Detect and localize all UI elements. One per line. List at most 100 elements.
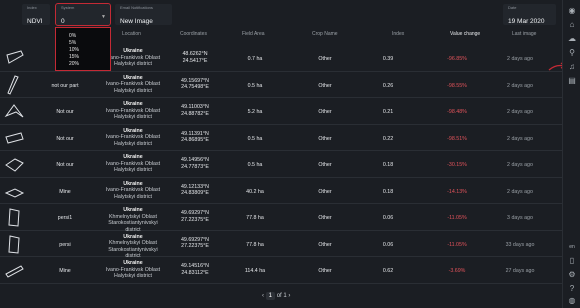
table-row[interactable]: Not our Ukraine Ivano-Frankivsk Oblast Haly… — [0, 98, 562, 125]
field-shape-thumbnail — [8, 234, 20, 254]
home-icon[interactable]: ⌂ — [567, 20, 577, 30]
cloud-icon[interactable]: ☁ — [567, 34, 577, 44]
value-change: -98.55% — [447, 82, 467, 89]
field-shape-thumbnail — [4, 187, 25, 198]
coordinate-lon: 24.86895°E — [181, 137, 209, 143]
col-coordinates: Coordinates — [180, 31, 207, 37]
location-district: Halytskyi district — [114, 114, 152, 120]
field-coordinates: 48.6262°N 24.5417°E — [170, 51, 220, 64]
fields-table: F...UkraineIvano-Frankivsk OblastHalytsk… — [0, 45, 562, 284]
crop-name: Other — [318, 56, 332, 62]
system-dropdown-menu: 0% 5% 10% 15% 20% — [55, 27, 111, 71]
dropdown-option[interactable]: 10% — [69, 47, 110, 54]
last-image-date: 2 days ago — [507, 162, 533, 168]
index-value-cell: 0.62 — [382, 268, 394, 274]
field-shape-thumbnail — [4, 104, 24, 118]
field-shape-thumbnail — [5, 265, 24, 278]
field-name: Not our — [56, 135, 74, 142]
col-crop-name: Crop Name — [312, 31, 338, 37]
field-area: 5.2 ha — [247, 109, 263, 115]
next-page-button[interactable]: › — [288, 293, 290, 299]
index-value-cell: 0.22 — [382, 135, 394, 142]
current-page[interactable]: 1 — [265, 292, 276, 300]
index-select[interactable]: Index NDVI — [22, 4, 50, 25]
coordinate-lon: 24.83112°E — [181, 269, 209, 276]
help-icon[interactable]: ? — [567, 284, 577, 294]
field-location: Ukraine Ivano-Frankivsk Oblast Halytskyi d… — [103, 101, 163, 121]
field-shape-thumbnail — [7, 74, 19, 95]
dropdown-option[interactable]: 5% — [69, 40, 110, 47]
field-area: 77.8 ha — [246, 241, 264, 248]
last-image-date: 2 days ago — [507, 56, 533, 62]
col-field-area: Field Area — [242, 31, 265, 37]
coordinate-lon: 27.22375°E — [181, 216, 209, 223]
last-image-date: 2 days ago — [507, 109, 533, 115]
field-name: persi1 — [57, 215, 73, 221]
bell-icon[interactable]: ♫ — [567, 62, 577, 72]
index-value-cell: 0.18 — [382, 188, 394, 195]
pager-of: of — [276, 293, 282, 299]
email-value: New Image — [120, 18, 153, 25]
location-pin-icon[interactable]: ⚲ — [567, 48, 577, 58]
app: Index NDVI System 0 ▼ Email Notification… — [0, 0, 580, 308]
language-icon[interactable]: en — [567, 242, 577, 252]
table-row[interactable]: persi Ukraine Khmelnytskyi Oblast Starokost… — [0, 231, 562, 259]
field-name: Mine — [59, 188, 71, 195]
coordinate-lon: 27.22375°E — [181, 243, 209, 249]
value-change: -11.05% — [447, 241, 467, 248]
book-icon[interactable]: ▯ — [567, 256, 577, 266]
field-coordinates: 49.11003°N 24.88782°E — [170, 104, 220, 117]
location-region: Ivano-Frankivsk Oblast — [105, 134, 161, 140]
location-region: Ivano-Frankivsk Oblast — [105, 81, 161, 87]
crop-name: Other — [318, 268, 332, 274]
field-name: not our part — [51, 82, 79, 89]
value-change: -98.48% — [447, 109, 467, 115]
settings-icon[interactable]: ⚙ — [567, 270, 577, 280]
user-icon[interactable]: ◉ — [567, 6, 577, 16]
index-label: Index — [27, 5, 37, 10]
crop-name: Other — [318, 82, 332, 89]
field-location: Ukraine Ivano-Frankivsk Oblast Halytskyi d… — [103, 75, 163, 95]
crop-name: Other — [318, 135, 332, 142]
location-district: Halytskyi district — [114, 193, 152, 200]
field-shape-thumbnail — [8, 208, 20, 227]
filter-bar: Index NDVI System 0 ▼ Email Notification… — [0, 0, 562, 27]
system-select[interactable]: System 0 ▼ — [55, 3, 111, 26]
prev-page-button[interactable]: ‹ — [262, 293, 264, 299]
email-notifications-select[interactable]: Email Notifications New Image — [115, 4, 172, 25]
crop-name: Other — [318, 109, 332, 115]
table-row[interactable]: Mine Ukraine Ivano-Frankivsk Oblast Halytsk… — [0, 257, 562, 284]
col-last-image: Last image — [512, 31, 537, 37]
field-location: Ukraine Ivano-Frankivsk Oblast Halytskyi d… — [103, 154, 163, 174]
field-name: Not our — [56, 162, 74, 168]
table-row[interactable]: Not our Ukraine Ivano-Frankivsk Oblast Haly… — [0, 151, 562, 178]
field-location: Ukraine Ivano-Frankivsk Oblast Halytskyi d… — [103, 128, 163, 148]
col-index: Index — [392, 31, 405, 37]
field-area: 40.2 ha — [246, 188, 264, 195]
date-label: Date — [508, 5, 517, 10]
value-change: -14.13% — [447, 188, 467, 195]
table-row[interactable]: Mine Ukraine Ivano-Frankivsk Oblast Halytsk… — [0, 178, 562, 204]
pagination: ‹ 1 of 1 › — [262, 292, 290, 300]
account-icon[interactable]: ◍ — [567, 296, 577, 306]
last-image-date: 27 days ago — [505, 268, 535, 274]
index-value-cell: 0.39 — [382, 56, 394, 62]
dropdown-option[interactable]: 20% — [69, 61, 110, 68]
col-value-change[interactable]: Value change — [450, 31, 480, 37]
date-picker[interactable]: Date 19 Mar 2020 — [503, 4, 556, 25]
dropdown-option[interactable]: 15% — [69, 54, 110, 61]
dropdown-option[interactable]: 0% — [69, 33, 110, 40]
system-value: 0 — [61, 18, 65, 25]
field-location: Ukraine Ivano-Frankivsk Oblast Halytskyi d… — [103, 181, 163, 201]
coordinate-lon: 24.83809°E — [181, 190, 209, 196]
crop-name: Other — [318, 162, 332, 168]
field-coordinates: 49.14516°N 24.83112°E — [170, 263, 220, 276]
field-coordinates: 49.69297°N 27.22375°E — [170, 237, 220, 250]
field-name: Not our — [56, 109, 74, 115]
table-icon[interactable]: ▤ — [567, 76, 577, 86]
location-district: Halytskyi district — [114, 140, 152, 147]
table-row[interactable]: not our part Ukraine Ivano-Frankivsk Oblas… — [0, 72, 562, 98]
field-shape-thumbnail — [6, 50, 24, 64]
table-row[interactable]: persi1 Ukraine Khmelnytskyi Oblast Starokos… — [0, 204, 562, 233]
table-row[interactable]: Not our Ukraine Ivano-Frankivsk Oblast Haly… — [0, 125, 562, 151]
